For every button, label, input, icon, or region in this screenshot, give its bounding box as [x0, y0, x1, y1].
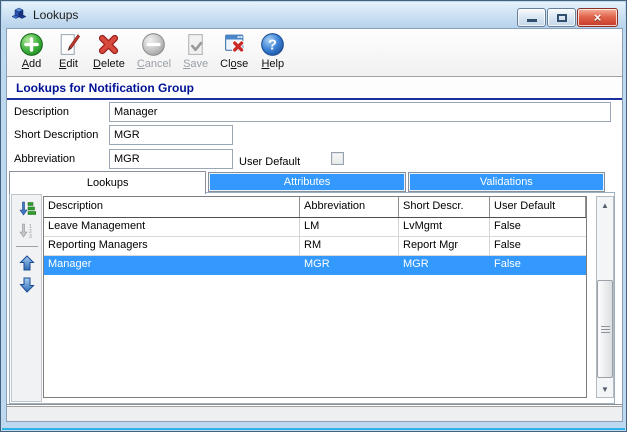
scrollbar-track[interactable] [597, 213, 613, 381]
user-default-label: User Default [239, 156, 301, 168]
move-down-icon [18, 277, 35, 293]
cell-short-descr: LvMgmt [399, 218, 490, 237]
table-header-row: Description Abbreviation Short Descr. Us… [44, 197, 586, 218]
client-area: Add Edit Delete Cancel Save Close ? Help… [6, 28, 623, 422]
edit-button-label: Edit [59, 58, 78, 70]
scrollbar-grip-icon [600, 325, 610, 333]
side-toolbar-separator [15, 246, 38, 247]
scroll-down-button[interactable]: ▼ [597, 381, 613, 397]
tab-attributes[interactable]: Attributes [208, 172, 406, 192]
move-up-button[interactable] [16, 254, 38, 271]
cancel-icon [141, 32, 166, 57]
table-row[interactable]: Leave Management LM LvMgmt False [44, 218, 586, 237]
move-down-button[interactable] [16, 276, 38, 293]
cell-short-descr: Report Mgr [399, 237, 490, 256]
abbreviation-label: Abbreviation [14, 153, 76, 165]
add-button-label: Add [21, 58, 42, 70]
toolbar: Add Edit Delete Cancel Save Close ? Help [7, 29, 622, 76]
cell-user-default: False [490, 256, 586, 275]
delete-icon [96, 32, 121, 57]
table-row-selected[interactable]: Manager MGR MGR False [44, 256, 586, 275]
cell-description: Leave Management [44, 218, 300, 237]
cell-user-default: False [490, 237, 586, 256]
column-header-user-default[interactable]: User Default [490, 197, 586, 217]
cancel-button: Cancel [131, 31, 177, 71]
edit-icon [56, 32, 81, 57]
column-header-description[interactable]: Description [44, 197, 300, 217]
short-description-input[interactable] [109, 125, 233, 145]
edit-button[interactable]: Edit [50, 31, 87, 71]
cubes-icon [11, 7, 27, 23]
short-description-label: Short Description [14, 129, 99, 141]
window-controls: × [517, 8, 618, 27]
grid-side-toolbar: 1 2 3 [11, 194, 42, 402]
column-header-abbreviation[interactable]: Abbreviation [300, 197, 399, 217]
window-title: Lookups [33, 8, 79, 22]
scroll-up-button[interactable]: ▲ [597, 197, 613, 213]
save-icon [183, 32, 208, 57]
add-icon [19, 32, 44, 57]
tab-label: Attributes [283, 176, 331, 188]
cell-description: Reporting Managers [44, 237, 300, 256]
sort-numeric-button: 1 2 3 [16, 222, 38, 239]
help-icon: ? [260, 32, 285, 57]
sort-numeric-icon: 1 2 3 [18, 223, 32, 239]
tab-lookups[interactable]: Lookups [9, 171, 207, 194]
abbreviation-input[interactable] [109, 149, 233, 169]
column-header-short-descr[interactable]: Short Descr. [399, 197, 490, 217]
add-button[interactable]: Add [13, 31, 50, 71]
tab-label: Lookups [86, 177, 129, 189]
close-form-button[interactable]: Close [214, 31, 254, 71]
user-default-checkbox[interactable] [331, 152, 344, 165]
svg-text:3: 3 [29, 234, 32, 239]
close-icon: × [593, 10, 602, 25]
delete-button-label: Delete [93, 58, 125, 70]
title-bar[interactable]: Lookups × [2, 2, 625, 28]
close-form-button-label: Close [220, 58, 249, 70]
delete-button[interactable]: Delete [87, 31, 131, 71]
section-header: Lookups for Notification Group [7, 78, 622, 100]
vertical-scrollbar[interactable]: ▲ ▼ [596, 196, 614, 398]
close-button[interactable]: × [577, 8, 618, 27]
window-bottom-edge [2, 428, 625, 430]
cell-abbreviation: MGR [300, 256, 399, 275]
sort-ascending-icon [18, 201, 36, 216]
save-button: Save [177, 31, 214, 71]
scrollbar-thumb[interactable] [597, 280, 613, 378]
maximize-icon [556, 13, 567, 22]
table-row[interactable]: Reporting Managers RM Report Mgr False [44, 237, 586, 256]
help-button[interactable]: ? Help [254, 31, 291, 71]
cell-description: Manager [44, 256, 300, 275]
lookups-table: Description Abbreviation Short Descr. Us… [43, 196, 587, 398]
cell-abbreviation: LM [300, 218, 399, 237]
tab-validations[interactable]: Validations [407, 172, 605, 192]
cell-user-default: False [490, 218, 586, 237]
cancel-button-label: Cancel [136, 58, 172, 70]
minimize-button[interactable] [517, 8, 546, 27]
tab-label: Validations [479, 176, 533, 188]
lookups-tab-panel: 1 2 3 Description Abbreviation Short Des… [9, 192, 615, 404]
status-bar [7, 407, 622, 421]
svg-text:?: ? [268, 38, 277, 54]
lookups-window: Lookups × Add Edit Delete Cancel Save Cl… [0, 0, 627, 432]
cell-abbreviation: RM [300, 237, 399, 256]
help-button-label: Help [261, 58, 285, 70]
cell-short-descr: MGR [399, 256, 490, 275]
minimize-icon [526, 19, 537, 22]
description-input[interactable] [109, 102, 611, 122]
description-label: Description [14, 106, 70, 118]
sort-ascending-button[interactable] [16, 200, 38, 217]
close-window-icon [222, 32, 247, 57]
maximize-button[interactable] [547, 8, 576, 27]
save-button-label: Save [183, 58, 209, 70]
move-up-icon [18, 254, 35, 270]
tab-strip: Lookups Attributes Validations [9, 171, 605, 194]
